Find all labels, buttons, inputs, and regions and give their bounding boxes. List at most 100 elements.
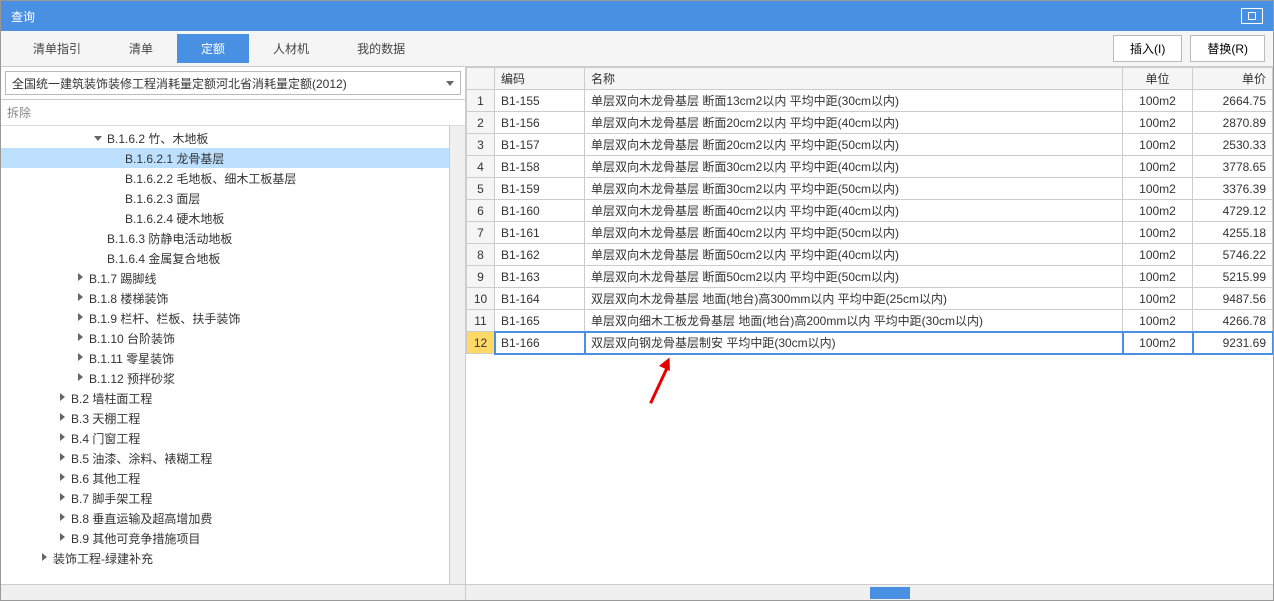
cell: 8 — [467, 244, 495, 266]
titlebar: 查询 — [1, 1, 1273, 31]
tree-scrollbar[interactable] — [449, 126, 465, 584]
filter-row[interactable]: 拆除 — [1, 100, 465, 126]
expand-icon[interactable] — [57, 473, 67, 484]
tree-item[interactable]: B.9 其他可竞争措施项目 — [1, 528, 449, 548]
tree-item[interactable]: B.1.6.2.4 硬木地板 — [1, 208, 449, 228]
tree-item[interactable]: B.2 墙柱面工程 — [1, 388, 449, 408]
expand-icon[interactable] — [57, 513, 67, 524]
expand-icon[interactable] — [39, 553, 49, 564]
left-h-scrollbar[interactable] — [1, 584, 465, 600]
tree-item[interactable]: B.1.11 零星装饰 — [1, 348, 449, 368]
cell: 双层双向木龙骨基层 地面(地台)高300mm以内 平均中距(25cm以内) — [585, 288, 1123, 310]
tab-4[interactable]: 我的数据 — [333, 34, 429, 63]
cell: B1-158 — [495, 156, 585, 178]
col-header-unit[interactable]: 单位 — [1123, 68, 1193, 90]
table-row[interactable]: 1B1-155单层双向木龙骨基层 断面13cm2以内 平均中距(30cm以内)1… — [467, 90, 1273, 112]
tree-label: B.1.6.2.2 毛地板、细木工板基层 — [125, 170, 296, 187]
tree-label: B.1.6.2.1 龙骨基层 — [125, 150, 224, 167]
detail-grid: 编码名称单位单价1B1-155单层双向木龙骨基层 断面13cm2以内 平均中距(… — [466, 67, 1273, 584]
tab-2[interactable]: 定额 — [177, 34, 249, 63]
col-header-code[interactable]: 编码 — [495, 68, 585, 90]
cell: B1-164 — [495, 288, 585, 310]
table-row[interactable]: 2B1-156单层双向木龙骨基层 断面20cm2以内 平均中距(40cm以内)1… — [467, 112, 1273, 134]
insert-button[interactable]: 插入(I) — [1113, 35, 1182, 62]
cell: 4266.78 — [1193, 310, 1273, 332]
table-row[interactable]: 10B1-164双层双向木龙骨基层 地面(地台)高300mm以内 平均中距(25… — [467, 288, 1273, 310]
tree-label: B.1.9 栏杆、栏板、扶手装饰 — [89, 310, 240, 327]
cell: 2530.33 — [1193, 134, 1273, 156]
tree-item[interactable]: B.1.6.2.2 毛地板、细木工板基层 — [1, 168, 449, 188]
right-h-scrollbar[interactable] — [466, 584, 1273, 600]
expand-icon[interactable] — [75, 313, 85, 324]
tree-item[interactable]: B.1.6.4 金属复合地板 — [1, 248, 449, 268]
expand-icon[interactable] — [57, 413, 67, 424]
tree-label: B.1.8 楼梯装饰 — [89, 290, 168, 307]
table-row[interactable]: 6B1-160单层双向木龙骨基层 断面40cm2以内 平均中距(40cm以内)1… — [467, 200, 1273, 222]
dataset-selector[interactable]: 全国统一建筑装饰装修工程消耗量定额河北省消耗量定额(2012) — [5, 71, 461, 95]
tab-0[interactable]: 清单指引 — [9, 34, 105, 63]
tree-label: 装饰工程-绿建补充 — [53, 550, 153, 567]
cell: 100m2 — [1123, 332, 1193, 354]
tree-item[interactable]: B.1.6.2 竹、木地板 — [1, 128, 449, 148]
tree-item[interactable]: B.1.12 预拌砂浆 — [1, 368, 449, 388]
tree-label: B.1.10 台阶装饰 — [89, 330, 175, 347]
window-title: 查询 — [11, 8, 35, 25]
expand-icon[interactable] — [57, 393, 67, 404]
tree-item[interactable]: B.7 脚手架工程 — [1, 488, 449, 508]
cell: 单层双向木龙骨基层 断面13cm2以内 平均中距(30cm以内) — [585, 90, 1123, 112]
cell: 1 — [467, 90, 495, 112]
tree-item[interactable]: B.1.6.2.1 龙骨基层 — [1, 148, 449, 168]
tab-3[interactable]: 人材机 — [249, 34, 333, 63]
col-header-row[interactable] — [467, 68, 495, 90]
cell: 9 — [467, 266, 495, 288]
cell: B1-157 — [495, 134, 585, 156]
maximize-icon[interactable] — [1241, 8, 1263, 24]
tree-item[interactable]: B.1.6.2.3 面层 — [1, 188, 449, 208]
cell: 4 — [467, 156, 495, 178]
tree-item[interactable]: B.1.9 栏杆、栏板、扶手装饰 — [1, 308, 449, 328]
table-row[interactable]: 3B1-157单层双向木龙骨基层 断面20cm2以内 平均中距(50cm以内)1… — [467, 134, 1273, 156]
tree-item[interactable]: B.1.6.3 防静电活动地板 — [1, 228, 449, 248]
tree-item[interactable]: B.5 油漆、涂料、裱糊工程 — [1, 448, 449, 468]
tree-item[interactable]: B.1.7 踢脚线 — [1, 268, 449, 288]
tree-label: B.8 垂直运输及超高增加费 — [71, 510, 212, 527]
expand-icon[interactable] — [75, 333, 85, 344]
cell: 双层双向钢龙骨基层制安 平均中距(30cm以内) — [585, 332, 1123, 354]
expand-icon[interactable] — [57, 433, 67, 444]
expand-icon[interactable] — [57, 533, 67, 544]
tree-item[interactable]: B.3 天棚工程 — [1, 408, 449, 428]
table-row[interactable]: 8B1-162单层双向木龙骨基层 断面50cm2以内 平均中距(40cm以内)1… — [467, 244, 1273, 266]
expand-icon[interactable] — [57, 453, 67, 464]
category-tree: B.1.6.2 竹、木地板 B.1.6.2.1 龙骨基层 B.1.6.2.2 毛地板… — [1, 126, 449, 584]
tree-item[interactable]: B.6 其他工程 — [1, 468, 449, 488]
tree-item[interactable]: B.8 垂直运输及超高增加费 — [1, 508, 449, 528]
replace-button[interactable]: 替换(R) — [1190, 35, 1265, 62]
table-row[interactable]: 5B1-159单层双向木龙骨基层 断面30cm2以内 平均中距(50cm以内)1… — [467, 178, 1273, 200]
tab-bar: 清单指引清单定额人材机我的数据 — [9, 34, 429, 63]
collapse-icon[interactable] — [93, 133, 103, 144]
table-row[interactable]: 9B1-163单层双向木龙骨基层 断面50cm2以内 平均中距(50cm以内)1… — [467, 266, 1273, 288]
tree-item[interactable]: 装饰工程-绿建补充 — [1, 548, 449, 568]
expand-icon[interactable] — [57, 493, 67, 504]
expand-icon[interactable] — [75, 373, 85, 384]
table-row[interactable]: 11B1-165单层双向细木工板龙骨基层 地面(地台)高200mm以内 平均中距… — [467, 310, 1273, 332]
table-row[interactable]: 12B1-166双层双向钢龙骨基层制安 平均中距(30cm以内)100m2923… — [467, 332, 1273, 354]
table-row[interactable]: 4B1-158单层双向木龙骨基层 断面30cm2以内 平均中距(40cm以内)1… — [467, 156, 1273, 178]
tree-item[interactable]: B.1.10 台阶装饰 — [1, 328, 449, 348]
expand-icon[interactable] — [75, 273, 85, 284]
chevron-down-icon — [446, 81, 454, 86]
col-header-name[interactable]: 名称 — [585, 68, 1123, 90]
cell: 单层双向木龙骨基层 断面40cm2以内 平均中距(40cm以内) — [585, 200, 1123, 222]
cell: 单层双向木龙骨基层 断面50cm2以内 平均中距(40cm以内) — [585, 244, 1123, 266]
expand-icon[interactable] — [75, 293, 85, 304]
cell: 单层双向木龙骨基层 断面40cm2以内 平均中距(50cm以内) — [585, 222, 1123, 244]
tree-item[interactable]: B.1.8 楼梯装饰 — [1, 288, 449, 308]
tree-item[interactable]: B.4 门窗工程 — [1, 428, 449, 448]
table-row[interactable]: 7B1-161单层双向木龙骨基层 断面40cm2以内 平均中距(50cm以内)1… — [467, 222, 1273, 244]
col-header-price[interactable]: 单价 — [1193, 68, 1273, 90]
left-pane: 全国统一建筑装饰装修工程消耗量定额河北省消耗量定额(2012) 拆除 B.1.6… — [1, 67, 466, 600]
cell: 100m2 — [1123, 288, 1193, 310]
cell: 3778.65 — [1193, 156, 1273, 178]
expand-icon[interactable] — [75, 353, 85, 364]
tab-1[interactable]: 清单 — [105, 34, 177, 63]
